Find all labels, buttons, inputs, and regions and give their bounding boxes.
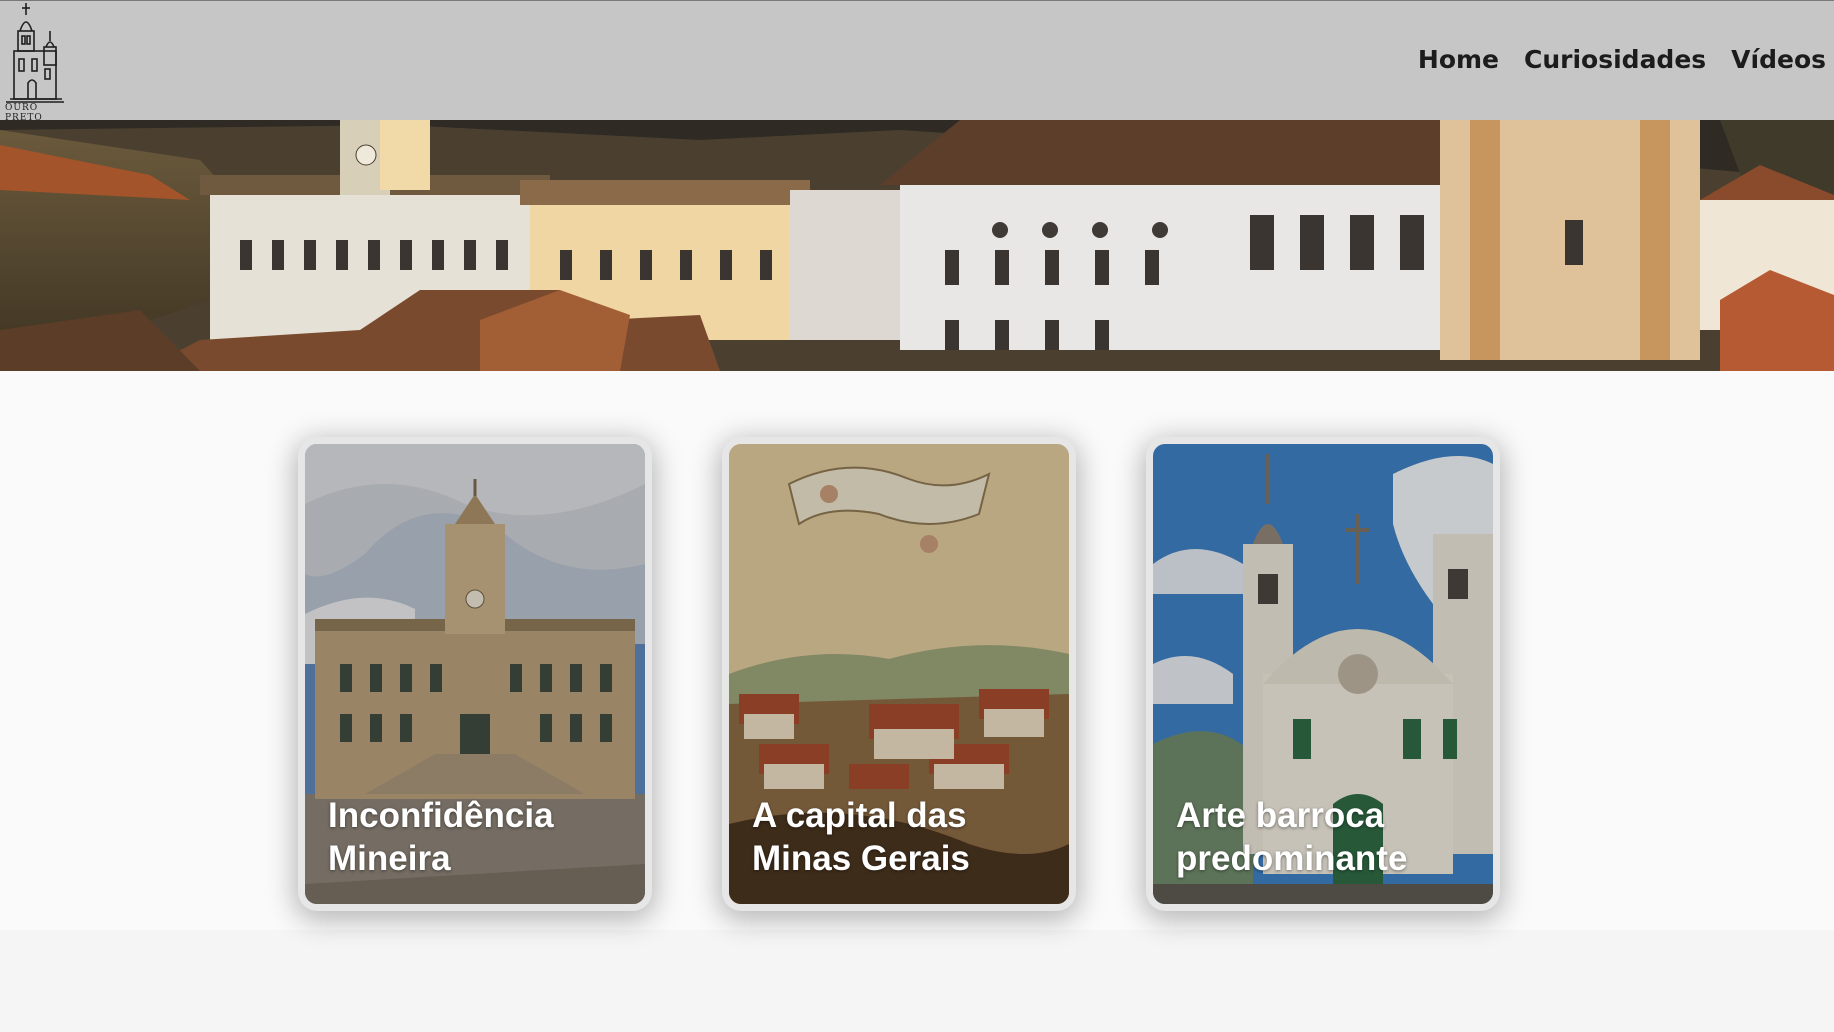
card-title: Arte barroca predominante bbox=[1176, 796, 1408, 878]
ouro-preto-panorama-image bbox=[0, 120, 1834, 371]
main-nav: Home Curiosidades Vídeos bbox=[1418, 45, 1826, 74]
card-title: Inconfidência Mineira bbox=[328, 796, 554, 878]
card-title: A capital das Minas Gerais bbox=[752, 796, 970, 878]
hero-banner bbox=[0, 120, 1834, 371]
nav-home-link[interactable]: Home bbox=[1418, 45, 1499, 74]
card-arte-barroca[interactable]: Arte barroca predominante bbox=[1153, 444, 1493, 904]
nav-curiosidades-link[interactable]: Curiosidades bbox=[1524, 45, 1706, 74]
site-header: OURO PRETO Home Curiosidades Vídeos bbox=[0, 1, 1834, 123]
nav-videos-link[interactable]: Vídeos bbox=[1731, 45, 1826, 74]
church-tower-logo-icon bbox=[6, 3, 64, 103]
logo[interactable]: OURO PRETO bbox=[2, 1, 66, 123]
card-inconfidencia-mineira[interactable]: Inconfidência Mineira bbox=[305, 444, 645, 904]
card-capital-minas-gerais[interactable]: A capital das Minas Gerais bbox=[729, 444, 1069, 904]
footer-band bbox=[0, 930, 1834, 1032]
